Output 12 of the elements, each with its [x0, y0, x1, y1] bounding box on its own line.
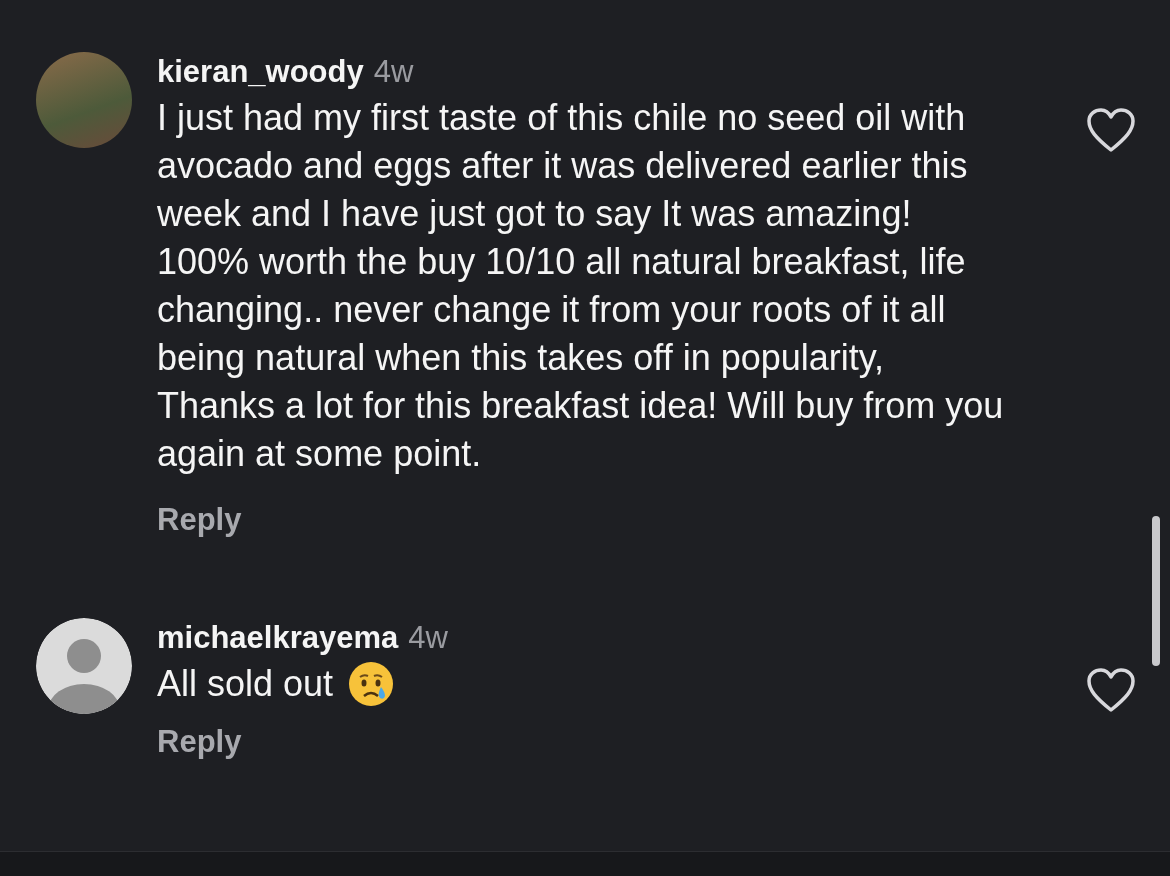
comment-text: All sold out [157, 662, 334, 706]
username-link[interactable]: michaelkrayema [157, 618, 399, 658]
like-button[interactable] [1086, 668, 1136, 714]
reply-button[interactable]: Reply [157, 722, 242, 762]
crying-face-icon [347, 660, 396, 708]
username-link[interactable]: kieran_woody [157, 52, 364, 92]
reply-button[interactable]: Reply [157, 500, 242, 540]
timestamp: 4w [408, 619, 448, 657]
comment-text: I just had my first taste of this chile no seed oil with avocado and eggs after it was delivered earlier this week and I have just got to say It was amazing! 100% worth the buy 10/10 all natural breakfast, life changing.. never change it from your roots of it all being natural when this takes off in popularity, Thanks a lot for this breakfast idea! Will buy from you again at some point. [157, 96, 1005, 476]
timestamp: 4w [373, 53, 414, 91]
scrollbar[interactable] [1152, 516, 1160, 666]
like-button[interactable] [1086, 108, 1136, 154]
